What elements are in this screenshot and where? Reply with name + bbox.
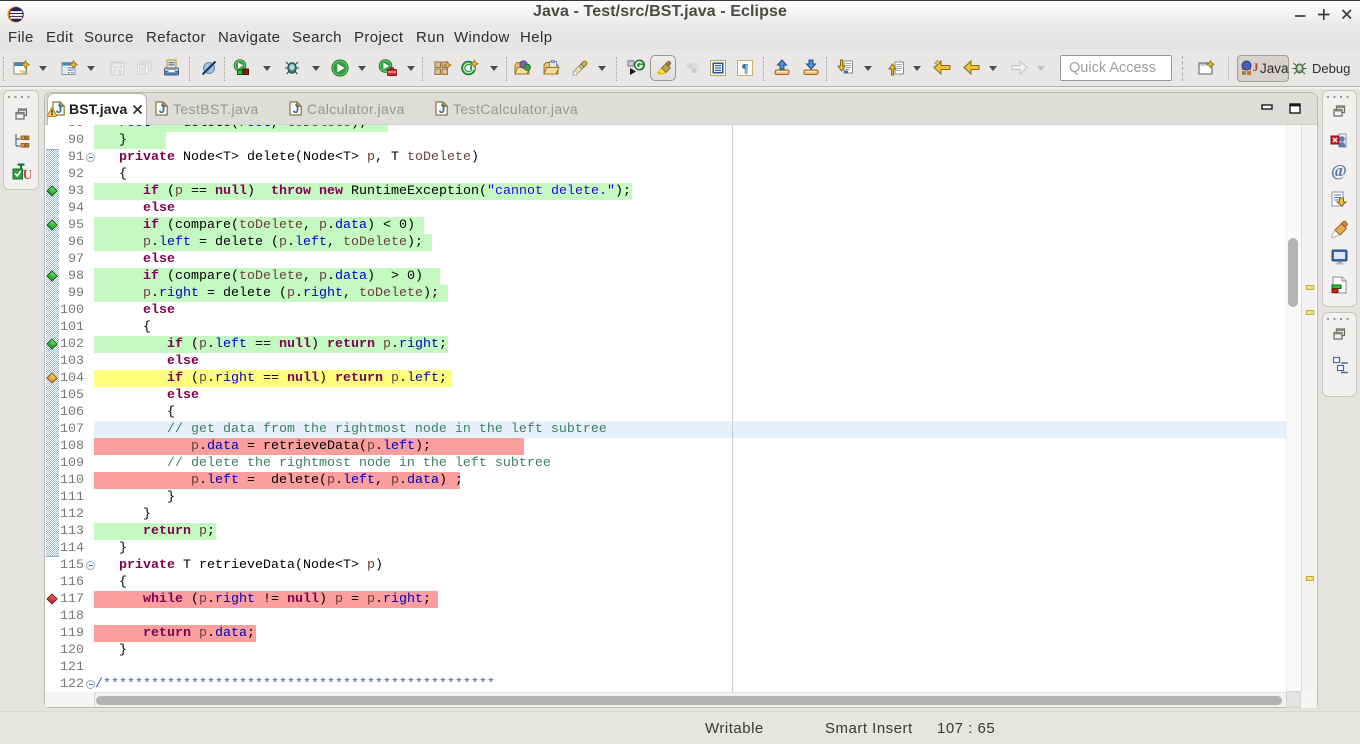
svg-text:¶: ¶ bbox=[741, 61, 748, 76]
svg-text:J: J bbox=[1253, 60, 1259, 74]
svg-text:J: J bbox=[293, 104, 299, 116]
svg-text:U: U bbox=[23, 168, 32, 181]
svg-text:J: J bbox=[159, 104, 165, 116]
svg-text:J: J bbox=[439, 104, 445, 116]
